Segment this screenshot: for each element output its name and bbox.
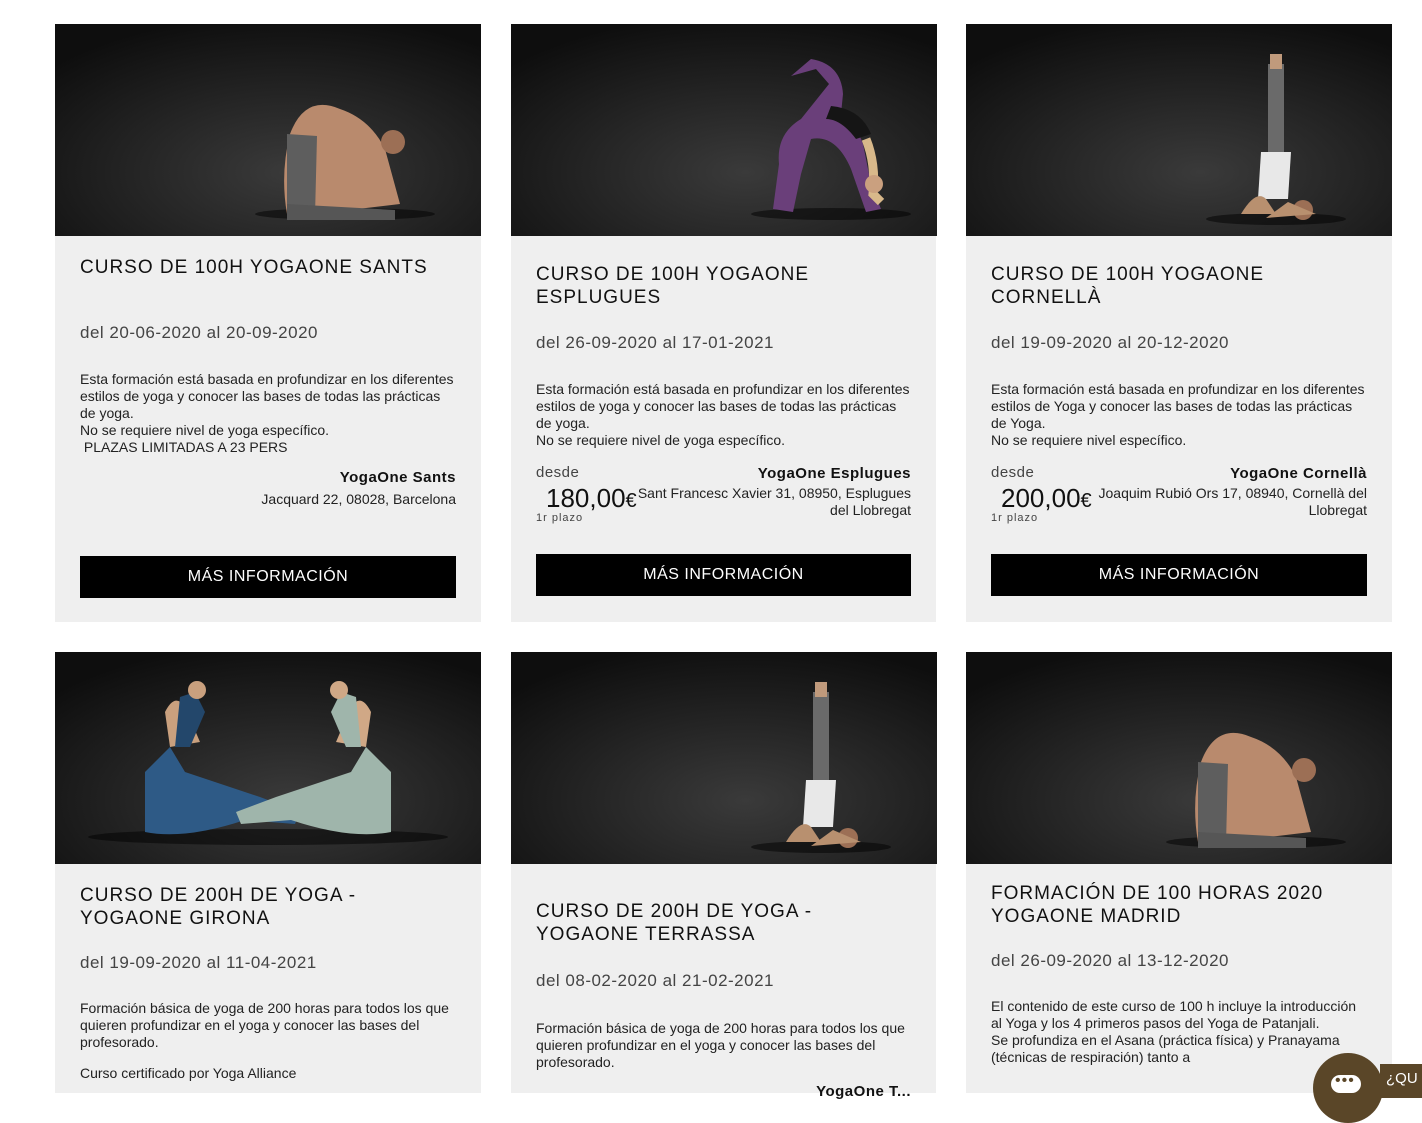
course-image[interactable] [966, 652, 1392, 864]
course-dates: del 19-09-2020 al 20-12-2020 [991, 333, 1230, 352]
course-location: YogaOne Cornellà Joaquim Rubió Ors 17, 0… [1097, 465, 1368, 519]
course-description: El contenido de este curso de 100 h incl… [991, 998, 1357, 1065]
course-location: YogaOne Esplugues Sant Francesc Xavier 3… [621, 465, 911, 519]
location-address: Sant Francesc Xavier 31, 08950, Esplugue… [637, 485, 911, 518]
course-description: Esta formación está basada en profundiza… [536, 381, 910, 448]
more-info-button[interactable]: MÁS INFORMACIÓN [80, 556, 456, 598]
location-name: YogaOne T... [816, 1083, 911, 1100]
course-title: CURSO DE 100H YOGAONE CORNELLÀ [991, 264, 1265, 308]
course-image[interactable] [55, 24, 481, 236]
course-card-sants: CURSO DE 100H YOGAONE SANTS del 20-06-20… [55, 24, 481, 622]
course-card-esplugues: CURSO DE 100H YOGAONE ESPLUGUES del 26-0… [511, 24, 937, 622]
chat-button[interactable] [1313, 1053, 1383, 1123]
course-dates: del 08-02-2020 al 21-02-2021 [536, 971, 775, 990]
chat-bubble-icon [1331, 1072, 1361, 1093]
more-info-button[interactable]: MÁS INFORMACIÓN [536, 554, 911, 596]
more-info-button[interactable]: MÁS INFORMACIÓN [991, 554, 1367, 596]
course-location: YogaOne Sants Jacquard 22, 08028, Barcel… [236, 469, 456, 508]
course-title: CURSO DE 100H YOGAONE ESPLUGUES [536, 264, 810, 308]
course-description: Esta formación está basada en profundiza… [80, 371, 454, 455]
location-name: YogaOne Esplugues [757, 465, 911, 482]
location-name: YogaOne Cornellà [1230, 465, 1367, 482]
course-description: Formación básica de yoga de 200 horas pa… [536, 1020, 905, 1070]
location-name: YogaOne Sants [339, 469, 456, 486]
course-card-madrid: FORMACIÓN DE 100 HORAS 2020 YOGAONE MADR… [966, 652, 1392, 1093]
course-image[interactable] [55, 652, 481, 864]
course-title: FORMACIÓN DE 100 HORAS 2020 YOGAONE MADR… [991, 883, 1324, 927]
course-description: Formación básica de yoga de 200 horas pa… [80, 1000, 449, 1081]
course-dates: del 20-06-2020 al 20-09-2020 [80, 323, 319, 342]
course-title: CURSO DE 200H DE YOGA - YOGAONE TERRASSA [536, 901, 813, 945]
course-card-girona: CURSO DE 200H DE YOGA - YOGAONE GIRONA d… [55, 652, 481, 1093]
location-address: Joaquim Rubió Ors 17, 08940, Cornellà de… [1098, 485, 1368, 518]
course-location: YogaOne T... [711, 1083, 911, 1100]
location-address: Jacquard 22, 08028, Barcelona [261, 491, 456, 507]
price-prefix: desde [991, 464, 1035, 481]
course-image[interactable] [511, 652, 937, 864]
course-card-terrassa: CURSO DE 200H DE YOGA - YOGAONE TERRASSA… [511, 652, 937, 1100]
course-price: desde 200,00€ 1r plazo [991, 464, 1111, 524]
course-title: CURSO DE 100H YOGAONE SANTS [80, 257, 428, 278]
course-dates: del 26-09-2020 al 17-01-2021 [536, 333, 775, 352]
course-image[interactable] [511, 24, 937, 236]
course-dates: del 19-09-2020 al 11-04-2021 [80, 953, 317, 972]
course-dates: del 26-09-2020 al 13-12-2020 [991, 951, 1230, 970]
course-image[interactable] [966, 24, 1392, 236]
course-title: CURSO DE 200H DE YOGA - YOGAONE GIRONA [80, 885, 357, 929]
course-card-cornella: CURSO DE 100H YOGAONE CORNELLÀ del 19-09… [966, 24, 1392, 622]
course-description: Esta formación está basada en profundiza… [991, 381, 1365, 448]
price-value: 200,00€ [1001, 483, 1092, 513]
